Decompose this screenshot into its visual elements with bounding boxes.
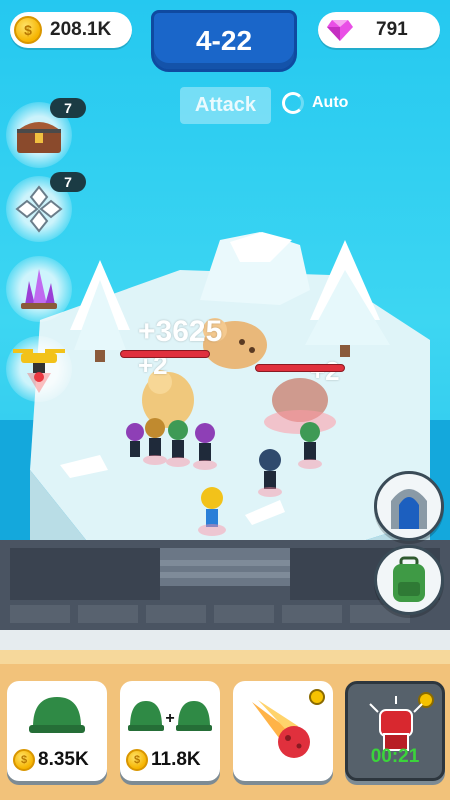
drone-button[interactable] bbox=[6, 336, 72, 402]
chest-badge: 7 bbox=[50, 98, 86, 118]
buy-soldier-card[interactable]: $ 8.35K bbox=[7, 681, 107, 781]
green-helmet-icon bbox=[29, 697, 85, 733]
gem-crystal-button[interactable] bbox=[6, 256, 72, 322]
coin-icon: $ bbox=[14, 16, 42, 44]
coin-amount: 208.1K bbox=[50, 19, 112, 40]
damage-number: +3625 bbox=[138, 315, 223, 348]
meteor-card[interactable] bbox=[233, 681, 333, 781]
drone-icon bbox=[13, 349, 65, 393]
backpack-button[interactable] bbox=[374, 545, 444, 615]
power-fist-card[interactable]: 00:21 bbox=[345, 681, 445, 781]
gem-amount: 791 bbox=[376, 19, 408, 40]
gem-counter: 791 bbox=[318, 12, 440, 48]
coin-icon: $ bbox=[126, 749, 148, 771]
enemy-health-bar-left bbox=[120, 350, 210, 358]
power-timer: 00:21 bbox=[370, 746, 420, 767]
gem-icon bbox=[327, 20, 353, 41]
merge-price: $ 11.8K bbox=[126, 749, 201, 771]
merge-soldiers-card[interactable]: + $ 11.8K bbox=[120, 681, 220, 781]
soldier-price: $ 8.35K bbox=[13, 749, 89, 771]
purple-crystal-icon bbox=[21, 269, 57, 309]
attack-label: Attack bbox=[194, 94, 257, 116]
fist-icon bbox=[369, 696, 423, 751]
enemy-health-bar-right bbox=[255, 364, 345, 372]
backpack-icon bbox=[393, 556, 425, 602]
portal-button[interactable] bbox=[374, 471, 444, 541]
auto-label: Auto bbox=[312, 94, 349, 111]
level-label: 4-22 bbox=[195, 25, 253, 56]
crystal-shape-button[interactable]: 7 bbox=[6, 172, 86, 242]
merge-price-label: 11.8K bbox=[151, 749, 201, 770]
portal-gate-icon bbox=[391, 489, 427, 529]
meteor-icon bbox=[252, 700, 310, 758]
svg-text:+: + bbox=[165, 710, 174, 727]
crystal-badge: 7 bbox=[50, 172, 86, 192]
chest-icon bbox=[17, 122, 61, 153]
chest-button[interactable]: 7 bbox=[6, 98, 86, 168]
coin-counter: $ 208.1K bbox=[10, 12, 132, 48]
soldier-price-label: 8.35K bbox=[38, 749, 89, 770]
double-helmet-icon: + bbox=[128, 701, 212, 731]
level-indicator: 4-22 bbox=[151, 10, 297, 72]
game-screen: $ 208.1K 4-22 791 Attack Auto 7 7 +3625 … bbox=[0, 0, 450, 800]
attack-button[interactable]: Attack bbox=[180, 87, 271, 124]
auto-ring-icon bbox=[282, 92, 304, 114]
auto-toggle[interactable]: Auto bbox=[282, 92, 348, 114]
coin-icon: $ bbox=[13, 749, 35, 771]
